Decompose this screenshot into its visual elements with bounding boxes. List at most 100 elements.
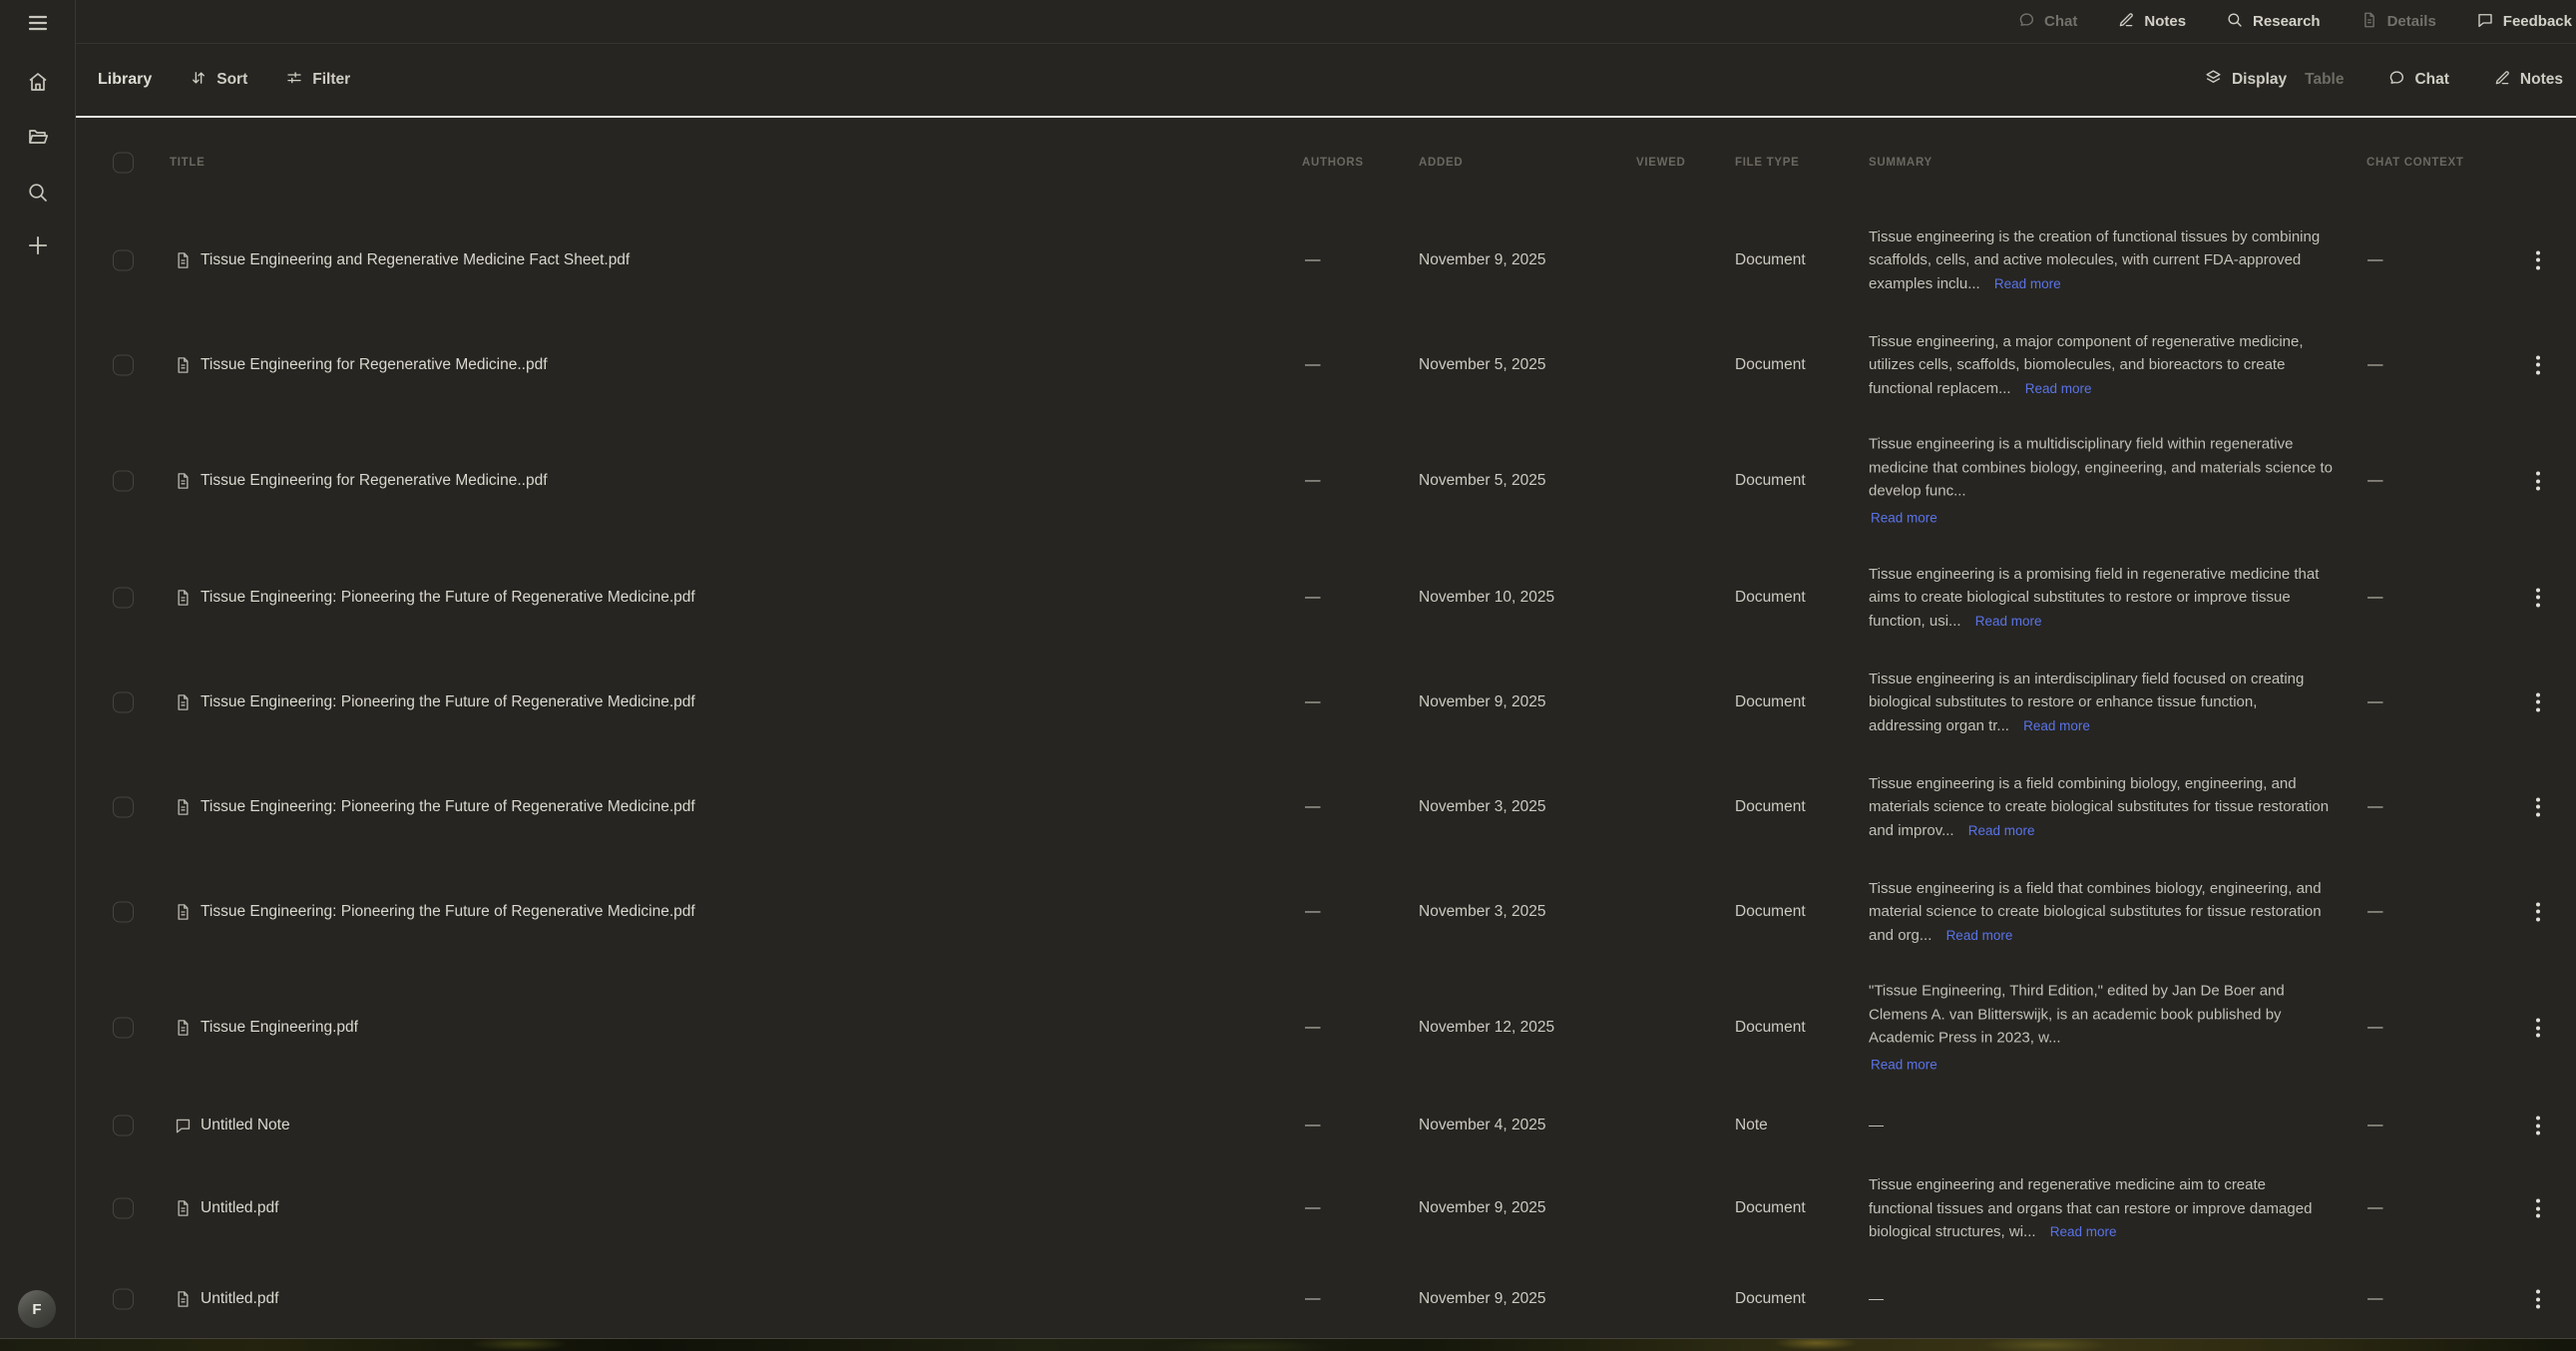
layers-icon <box>2204 68 2223 92</box>
row-authors: — <box>1305 356 1321 374</box>
row-checkbox[interactable] <box>113 587 134 608</box>
row-title[interactable]: Tissue Engineering: Pioneering the Futur… <box>201 693 695 711</box>
display-button[interactable]: Display <box>2204 68 2287 92</box>
row-checkbox[interactable] <box>113 1018 134 1039</box>
read-more-link[interactable]: Read more <box>1871 506 2334 530</box>
row-added-date: November 5, 2025 <box>1419 472 1546 490</box>
row-file-type: Document <box>1735 1199 1806 1217</box>
sidebar-item-add[interactable] <box>0 230 75 260</box>
select-all-checkbox[interactable] <box>113 153 134 174</box>
topbar-details-button[interactable]: Details <box>2361 11 2436 33</box>
table-row[interactable]: Tissue Engineering for Regenerative Medi… <box>76 312 2576 417</box>
panel-notes-button[interactable]: Notes <box>2493 69 2563 92</box>
sidebar-item-search[interactable] <box>0 179 75 207</box>
read-more-link[interactable]: Read more <box>2023 717 2090 732</box>
row-type-icon <box>174 1019 193 1038</box>
topbar-chat-button[interactable]: Chat <box>2017 11 2077 33</box>
row-title[interactable]: Tissue Engineering for Regenerative Medi… <box>201 356 548 374</box>
top-bar: Chat Notes Research Details <box>76 0 2576 44</box>
row-summary: Tissue engineering is a field that combi… <box>1869 876 2334 947</box>
row-type-icon <box>174 355 193 374</box>
row-kebab-menu-button[interactable] <box>2530 582 2546 613</box>
row-file-type: Document <box>1735 251 1806 269</box>
read-more-link[interactable]: Read more <box>2050 1224 2117 1239</box>
panel-chat-button[interactable]: Chat <box>2387 69 2448 92</box>
read-more-link[interactable]: Read more <box>1994 275 2061 290</box>
table-row[interactable]: Untitled.pdf — November 9, 2025 Document… <box>76 1257 2576 1341</box>
row-summary: — <box>1869 1114 2334 1137</box>
row-checkbox[interactable] <box>113 354 134 375</box>
header-authors[interactable]: AUTHORS <box>1302 157 1364 169</box>
topbar-research-button[interactable]: Research <box>2226 11 2321 33</box>
table-row[interactable]: Tissue Engineering: Pioneering the Futur… <box>76 650 2576 754</box>
table-row[interactable]: Tissue Engineering: Pioneering the Futur… <box>76 545 2576 650</box>
row-title[interactable]: Tissue Engineering and Regenerative Medi… <box>201 251 630 269</box>
sidebar-item-library[interactable] <box>0 123 75 151</box>
table-row[interactable]: Tissue Engineering.pdf — November 12, 20… <box>76 964 2576 1092</box>
row-checkbox[interactable] <box>113 901 134 922</box>
row-chat-context: — <box>2367 798 2383 816</box>
topbar-feedback-button[interactable]: Feedback <box>2476 11 2572 33</box>
row-added-date: November 12, 2025 <box>1419 1019 1554 1037</box>
row-title[interactable]: Tissue Engineering: Pioneering the Futur… <box>201 798 695 816</box>
row-file-type: Document <box>1735 798 1806 816</box>
filter-label: Filter <box>312 71 350 89</box>
table-row[interactable]: Tissue Engineering for Regenerative Medi… <box>76 417 2576 545</box>
row-checkbox[interactable] <box>113 1289 134 1310</box>
header-viewed[interactable]: VIEWED <box>1636 157 1686 169</box>
row-title[interactable]: Tissue Engineering: Pioneering the Futur… <box>201 903 695 921</box>
row-kebab-menu-button[interactable] <box>2530 1193 2546 1224</box>
row-kebab-menu-button[interactable] <box>2530 896 2546 927</box>
row-kebab-menu-button[interactable] <box>2530 244 2546 275</box>
avatar[interactable]: F <box>18 1290 56 1328</box>
chat-bubble-icon <box>2387 69 2405 92</box>
row-checkbox[interactable] <box>113 796 134 817</box>
read-more-link[interactable]: Read more <box>2025 380 2092 395</box>
row-title[interactable]: Untitled Note <box>201 1117 290 1134</box>
row-title[interactable]: Untitled.pdf <box>201 1290 278 1308</box>
row-kebab-menu-button[interactable] <box>2530 1111 2546 1141</box>
row-kebab-menu-button[interactable] <box>2530 686 2546 717</box>
row-checkbox[interactable] <box>113 249 134 270</box>
menu-hamburger-button[interactable] <box>0 10 75 36</box>
sort-button[interactable]: Sort <box>190 69 247 92</box>
row-checkbox[interactable] <box>113 691 134 712</box>
row-file-type: Document <box>1735 589 1806 607</box>
read-more-link[interactable]: Read more <box>1975 613 2042 628</box>
table-row[interactable]: Tissue Engineering and Regenerative Medi… <box>76 208 2576 312</box>
row-kebab-menu-button[interactable] <box>2530 466 2546 497</box>
table-row[interactable]: Tissue Engineering: Pioneering the Futur… <box>76 859 2576 964</box>
filter-sliders-icon <box>285 69 303 92</box>
read-more-link[interactable]: Read more <box>1946 927 2013 942</box>
row-checkbox[interactable] <box>113 1198 134 1219</box>
table-row[interactable]: Untitled.pdf — November 9, 2025 Document… <box>76 1159 2576 1257</box>
row-added-date: November 9, 2025 <box>1419 693 1546 711</box>
header-summary[interactable]: SUMMARY <box>1869 157 1932 169</box>
row-title[interactable]: Untitled.pdf <box>201 1199 278 1217</box>
row-kebab-menu-button[interactable] <box>2530 1013 2546 1044</box>
row-title[interactable]: Tissue Engineering for Regenerative Medi… <box>201 472 548 490</box>
table-row[interactable]: Tissue Engineering: Pioneering the Futur… <box>76 754 2576 859</box>
sidebar-item-home[interactable] <box>0 68 75 96</box>
read-more-link[interactable]: Read more <box>1968 822 2035 837</box>
panel-chat-label: Chat <box>2414 71 2448 89</box>
row-title[interactable]: Tissue Engineering: Pioneering the Futur… <box>201 589 695 607</box>
row-file-type: Document <box>1735 903 1806 921</box>
read-more-link[interactable]: Read more <box>1871 1053 2334 1077</box>
row-kebab-menu-button[interactable] <box>2530 1284 2546 1315</box>
header-chat-context[interactable]: CHAT CONTEXT <box>2366 157 2464 169</box>
header-file-type[interactable]: FILE TYPE <box>1735 157 1799 169</box>
row-kebab-menu-button[interactable] <box>2530 791 2546 822</box>
filter-button[interactable]: Filter <box>285 69 350 92</box>
row-checkbox[interactable] <box>113 1116 134 1136</box>
table-row[interactable]: Untitled Note — November 4, 2025 Note — … <box>76 1092 2576 1159</box>
row-summary-text: — <box>1869 1117 1884 1133</box>
row-chat-context: — <box>2367 251 2383 269</box>
row-kebab-menu-button[interactable] <box>2530 349 2546 380</box>
header-added[interactable]: ADDED <box>1419 157 1463 169</box>
header-title[interactable]: TITLE <box>170 157 205 169</box>
topbar-notes-button[interactable]: Notes <box>2117 11 2186 33</box>
row-title[interactable]: Tissue Engineering.pdf <box>201 1019 358 1037</box>
row-type-icon <box>174 1290 193 1309</box>
row-checkbox[interactable] <box>113 471 134 492</box>
